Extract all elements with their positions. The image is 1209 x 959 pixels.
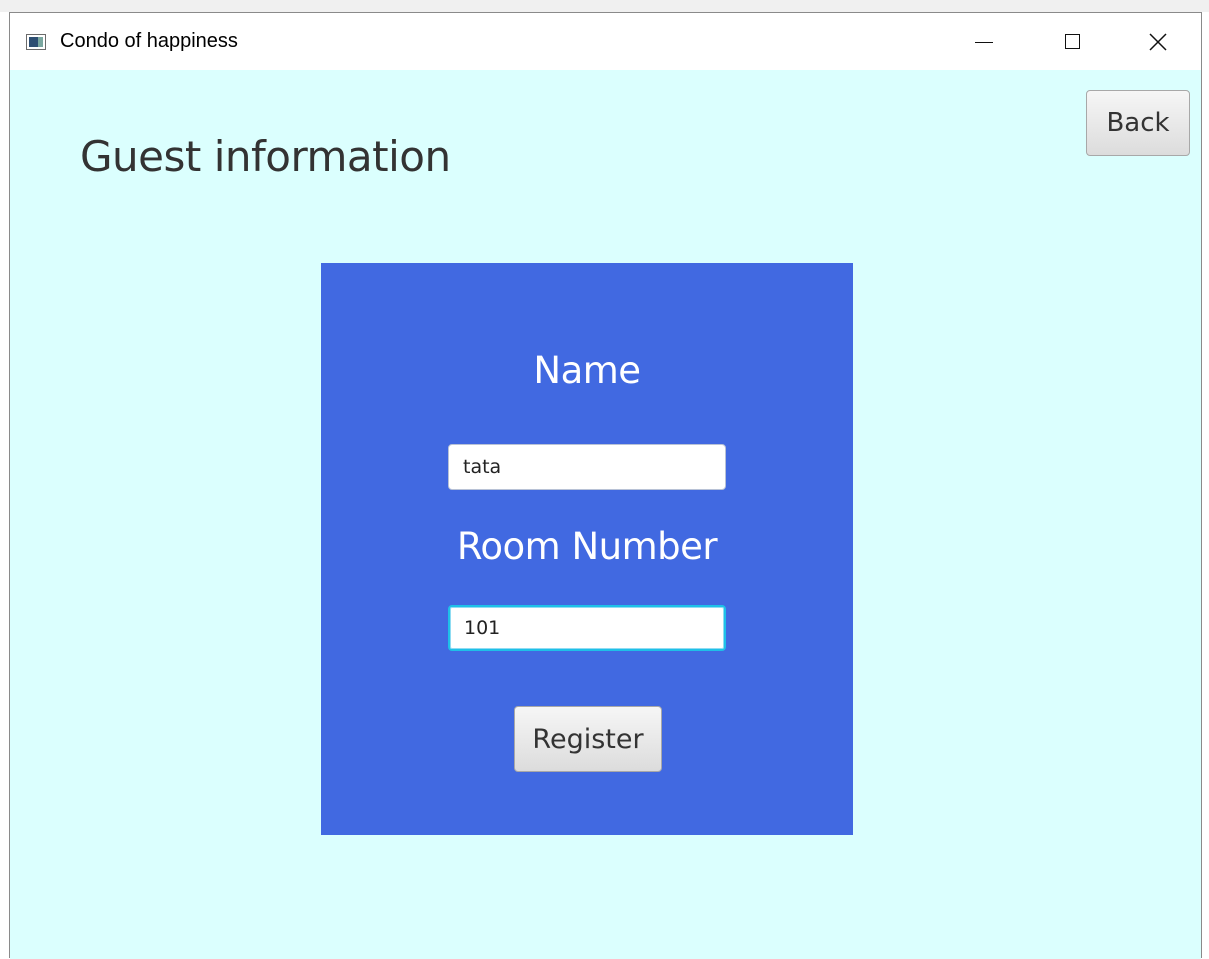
close-icon	[1149, 32, 1167, 51]
close-button[interactable]	[1135, 13, 1181, 70]
app-window: Condo of happiness Guest information Bac…	[9, 12, 1202, 959]
title-bar[interactable]: Condo of happiness	[10, 13, 1201, 70]
page-title: Guest information	[80, 132, 451, 181]
window-title: Condo of happiness	[60, 30, 238, 52]
content-area: Guest information Back Name Room Number …	[10, 70, 1201, 959]
room-number-label: Room Number	[456, 525, 718, 568]
maximize-icon	[1064, 34, 1080, 49]
room-number-input[interactable]	[448, 605, 726, 651]
maximize-button[interactable]	[1049, 13, 1095, 70]
app-icon	[26, 34, 46, 50]
backdrop-strip	[0, 0, 1209, 12]
name-input[interactable]	[448, 444, 726, 490]
name-label: Name	[533, 349, 641, 392]
guest-form-panel: Name Room Number Register	[321, 263, 853, 835]
minimize-icon	[975, 42, 993, 43]
minimize-button[interactable]	[961, 13, 1007, 70]
register-button[interactable]: Register	[514, 706, 662, 772]
back-button[interactable]: Back	[1086, 90, 1190, 156]
